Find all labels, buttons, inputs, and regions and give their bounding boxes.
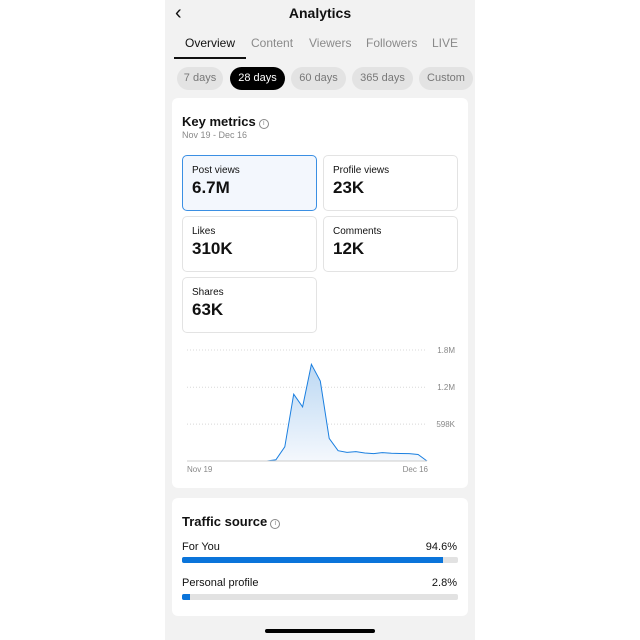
source-label: For You (182, 541, 220, 553)
metric-post-views[interactable]: Post views 6.7M (182, 155, 317, 211)
source-value: 2.8% (431, 577, 457, 589)
tab-content[interactable]: Content (251, 36, 293, 50)
source-label: Personal profile (182, 577, 259, 589)
metric-value: 63K (192, 300, 224, 319)
post-views-chart: 1.8M 1.2M 598K Nov 19 Dec 16 (187, 346, 456, 474)
tab-followers[interactable]: Followers (366, 36, 417, 50)
source-value: 94.6% (425, 541, 457, 553)
source-bar-for-you (182, 557, 458, 563)
tab-live[interactable]: LIVE (432, 36, 458, 50)
key-metrics-card: Key metrics i Nov 19 - Dec 16 Post views 6… (172, 98, 468, 488)
x-label-start: Nov 19 (187, 465, 213, 474)
phone-screen: ‹ Analytics Overview Content Viewers Fol… (165, 0, 475, 640)
metric-value: 12K (333, 239, 365, 258)
metric-shares[interactable]: Shares 63K (182, 277, 317, 333)
tab-overview[interactable]: Overview (185, 36, 235, 50)
metric-label: Comments (333, 226, 382, 237)
tab-viewers[interactable]: Viewers (309, 36, 351, 50)
metric-comments[interactable]: Comments 12K (323, 216, 458, 272)
date-range: Nov 19 - Dec 16 (182, 130, 248, 140)
metric-label: Profile views (333, 165, 390, 176)
metric-likes[interactable]: Likes 310K (182, 216, 317, 272)
active-tab-indicator (174, 57, 246, 59)
key-metrics-heading: Key metrics (182, 114, 256, 129)
y-tick-label: 1.8M (437, 346, 455, 355)
traffic-source-card: Traffic source i For You 94.6% Personal p… (172, 498, 468, 616)
metric-label: Likes (192, 226, 216, 237)
range-custom[interactable]: Custom (419, 67, 473, 90)
metric-label: Shares (192, 287, 224, 298)
chart-area (240, 364, 427, 461)
range-7-days[interactable]: 7 days (177, 67, 223, 90)
info-icon[interactable]: i (270, 519, 281, 529)
page-title: Analytics (288, 5, 352, 21)
traffic-source-title: Traffic source i (182, 514, 281, 529)
key-metrics-title: Key metrics i (182, 114, 269, 129)
y-tick-label: 598K (436, 420, 455, 429)
y-tick-label: 1.2M (437, 383, 455, 392)
range-365-days[interactable]: 365 days (352, 67, 413, 90)
x-label-end: Dec 16 (403, 465, 429, 474)
metric-label: Post views (192, 165, 240, 176)
info-icon[interactable]: i (258, 119, 269, 129)
range-28-days[interactable]: 28 days (230, 67, 285, 90)
metric-profile-views[interactable]: Profile views 23K (323, 155, 458, 211)
home-indicator[interactable] (265, 629, 375, 633)
source-bar-personal-profile (182, 594, 458, 600)
metric-value: 23K (333, 178, 365, 197)
source-bar-fill (182, 594, 190, 600)
range-60-days[interactable]: 60 days (291, 67, 346, 90)
metric-value: 310K (192, 239, 233, 258)
source-bar-fill (182, 557, 444, 563)
metric-value: 6.7M (192, 178, 230, 197)
traffic-heading: Traffic source (182, 514, 268, 529)
